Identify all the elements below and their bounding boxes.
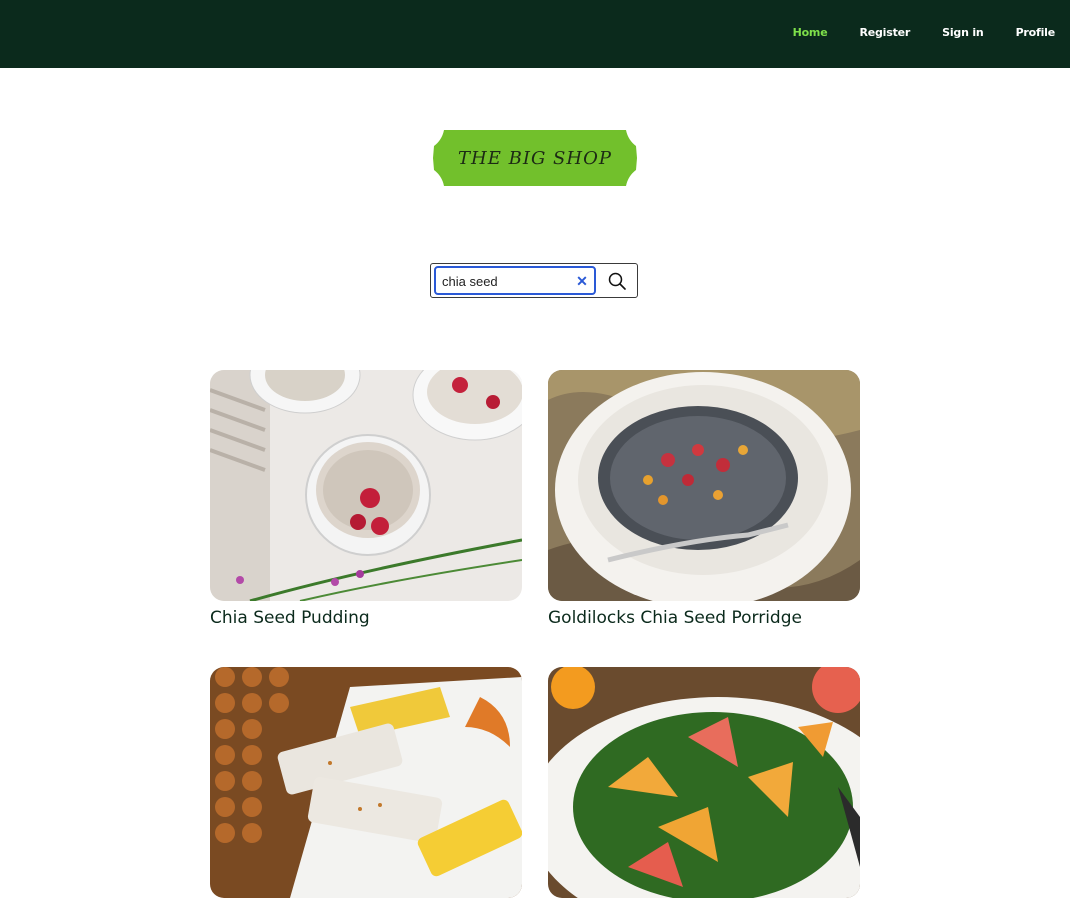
recipe-image[interactable]: [210, 370, 522, 601]
site-logo[interactable]: THE BIG SHOP: [432, 128, 638, 188]
recipe-image[interactable]: [548, 370, 860, 601]
nav-signin-link[interactable]: Sign in: [942, 26, 984, 39]
recipe-card[interactable]: [548, 667, 860, 905]
recipe-card[interactable]: [210, 667, 522, 905]
recipe-image[interactable]: [548, 667, 860, 898]
logo-text: THE BIG SHOP: [458, 147, 612, 169]
nav-register-link[interactable]: Register: [859, 26, 910, 39]
recipe-card[interactable]: Goldilocks Chia Seed Porridge: [548, 370, 860, 628]
nav-home-link[interactable]: Home: [793, 26, 828, 39]
search-icon: [608, 272, 626, 290]
main-nav: Home Register Sign in Profile: [761, 26, 1056, 39]
top-navbar: Home Register Sign in Profile: [0, 0, 1070, 68]
close-icon[interactable]: ✕: [574, 273, 590, 289]
search-bar: ✕: [430, 263, 638, 298]
search-input[interactable]: [442, 271, 570, 291]
search-field[interactable]: ✕: [434, 266, 596, 295]
recipe-card[interactable]: Chia Seed Pudding: [210, 370, 522, 628]
nav-profile-link[interactable]: Profile: [1016, 26, 1056, 39]
recipe-title[interactable]: Goldilocks Chia Seed Porridge: [548, 608, 860, 628]
recipe-title[interactable]: Chia Seed Pudding: [210, 608, 522, 628]
recipe-image[interactable]: [210, 667, 522, 898]
search-button[interactable]: [601, 266, 633, 295]
